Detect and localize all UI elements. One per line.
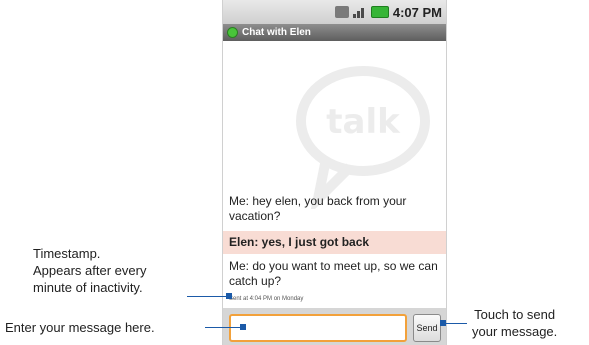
phone-screen: 4:07 PM Chat with Elen talk Me: hey elen… [222, 0, 447, 345]
message-input[interactable] [229, 314, 407, 342]
callout-enter: Enter your message here. [5, 320, 155, 335]
callout-timestamp-line: Timestamp. [33, 246, 101, 261]
callout-timestamp: Timestamp. Appears after every minute of… [33, 245, 146, 296]
status-time: 4:07 PM [392, 4, 442, 20]
compose-bar: Send [223, 308, 446, 345]
callout-leader-dot [440, 320, 446, 326]
callout-send: Touch to send your message. [472, 306, 557, 340]
battery-icon [370, 6, 389, 18]
callout-leader-dot [226, 293, 232, 299]
phone-icon [334, 6, 349, 18]
chat-message-highlighted: Elen: yes, I just got back [223, 231, 446, 254]
callout-leader-line [205, 327, 243, 328]
presence-icon [227, 27, 238, 38]
callout-leader-line [187, 296, 229, 297]
signal-icon [352, 6, 367, 18]
chat-title: Chat with Elen [242, 27, 311, 38]
chat-message: Me: hey elen, you back from your vacatio… [229, 194, 407, 223]
send-button[interactable]: Send [413, 314, 441, 342]
callout-timestamp-line: minute of inactivity. [33, 280, 143, 295]
talk-watermark-icon: talk [288, 59, 438, 215]
chat-title-bar: Chat with Elen [223, 24, 446, 41]
chat-message: Me: do you want to meet up, so we can ca… [229, 259, 438, 288]
status-bar: 4:07 PM [223, 0, 446, 24]
callout-send-line: your message. [472, 324, 558, 339]
message-timestamp: Sent at 4:04 PM on Monday [229, 296, 304, 302]
callout-send-line: Touch to send [474, 307, 556, 322]
chat-history[interactable]: talk Me: hey elen, you back from your va… [223, 41, 446, 308]
callout-timestamp-line: Appears after every [33, 263, 147, 278]
callout-leader-line [443, 323, 467, 324]
callout-leader-dot [240, 324, 246, 330]
chat-message-text: Elen: yes, I just got back [229, 235, 370, 249]
watermark-text: talk [326, 102, 401, 142]
